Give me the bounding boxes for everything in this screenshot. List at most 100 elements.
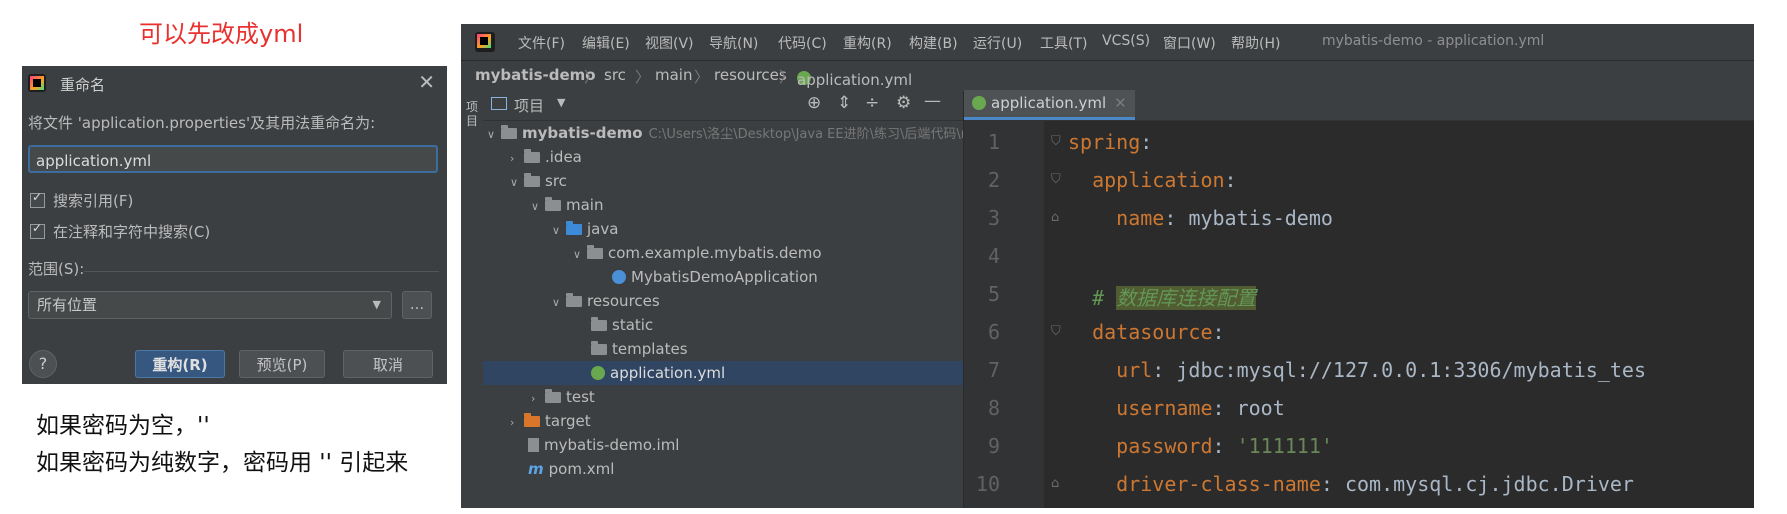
menu-code[interactable]: 代码(C) [778, 33, 827, 53]
code-line-1[interactable]: spring: [1068, 130, 1152, 154]
yaml-file-icon [972, 96, 986, 110]
package-icon [587, 245, 603, 259]
close-icon[interactable]: ✕ [418, 70, 435, 94]
rename-prompt: 将文件 'application.properties'及其用法重命名为: [28, 114, 376, 132]
preview-button[interactable]: 预览(P) [239, 350, 325, 378]
breadcrumb-resources[interactable]: resources [714, 66, 787, 84]
menu-vcs[interactable]: VCS(S) [1102, 33, 1150, 49]
chevron-right-icon[interactable]: › [531, 387, 545, 411]
resources-folder-icon [566, 293, 582, 307]
breadcrumb: mybatis-demo 〉 src 〉 main 〉 resources 〉 … [461, 60, 1754, 91]
chevron-down-icon[interactable]: ∨ [552, 291, 566, 315]
yaml-value: mybatis-demo [1188, 206, 1333, 230]
chevron-down-icon[interactable]: ∨ [573, 243, 587, 267]
fold-end-icon[interactable]: ⌂ [1051, 210, 1059, 225]
line-number: 5 [987, 282, 1000, 306]
tree-item-templates[interactable]: templates [591, 337, 688, 361]
tree-item-target[interactable]: › target [510, 409, 591, 433]
breadcrumb-main[interactable]: main [655, 66, 692, 84]
fold-end-icon[interactable]: ⌂ [1051, 476, 1059, 491]
close-icon[interactable]: ✕ [1114, 94, 1127, 112]
breadcrumb-project[interactable]: mybatis-demo [475, 66, 596, 84]
yaml-file-icon [591, 366, 605, 380]
code-line-10[interactable]: driver-class-name: com.mysql.cj.jdbc.Dri… [1068, 472, 1634, 496]
chevron-down-icon[interactable]: ∨ [487, 123, 501, 147]
chevron-down-icon[interactable]: ∨ [510, 171, 524, 195]
checkbox-checked-icon[interactable] [30, 190, 45, 208]
tree-item-package[interactable]: ∨ com.example.mybatis.demo [573, 241, 822, 265]
project-view-label[interactable]: 项目 [514, 95, 544, 116]
fold-marker-icon[interactable]: ⛉ [1051, 172, 1061, 187]
yaml-key: username [1116, 396, 1213, 420]
menu-navigate[interactable]: 导航(N) [709, 33, 758, 53]
tree-item-label: com.example.mybatis.demo [608, 244, 822, 262]
tree-item-test[interactable]: › test [531, 385, 595, 409]
fold-marker-icon[interactable]: ⛉ [1051, 134, 1061, 149]
code-line-3[interactable]: name: mybatis-demo [1068, 206, 1333, 230]
cancel-button[interactable]: 取消 [343, 350, 433, 378]
expand-all-icon[interactable]: ⇕ [837, 93, 851, 113]
code-line-7[interactable]: url: jdbc:mysql://127.0.0.1:3306/mybatis… [1068, 358, 1646, 382]
code-line-6[interactable]: datasource: [1068, 320, 1224, 344]
line-number: 1 [987, 130, 1000, 154]
project-tool-strip[interactable]: 项目 [461, 90, 484, 508]
tree-root[interactable]: ∨ mybatis-demo C:\Users\洛尘\Desktop\Java EE… [487, 121, 963, 145]
menu-build[interactable]: 构建(B) [909, 33, 958, 53]
chevron-right-icon[interactable]: › [510, 147, 524, 171]
gear-icon[interactable]: ⚙ [896, 93, 911, 113]
fold-marker-icon[interactable]: ⛉ [1051, 324, 1061, 339]
side-strip-project-label[interactable]: 项目 [464, 100, 480, 128]
tree-item-static[interactable]: static [591, 313, 653, 337]
breadcrumb-separator: 〉 [694, 68, 710, 86]
tree-item-iml[interactable]: mybatis-demo.iml [528, 433, 679, 457]
menu-refactor[interactable]: 重构(R) [843, 33, 892, 53]
scope-select[interactable]: 所有位置 ▼ [28, 291, 392, 319]
refactor-button[interactable]: 重构(R) [135, 350, 225, 378]
code-line-2[interactable]: application: [1068, 168, 1237, 192]
tree-item-java[interactable]: ∨ java [552, 217, 618, 241]
chevron-right-icon[interactable]: › [510, 411, 524, 435]
minimize-icon[interactable]: — [924, 91, 941, 111]
code-line-5[interactable]: # 数据库连接配置 [1068, 282, 1257, 311]
search-refs-checkbox[interactable]: 搜索引用(F) [30, 190, 133, 211]
breadcrumb-file-label: application.yml [797, 71, 913, 89]
tree-item-src[interactable]: ∨ src [510, 169, 567, 193]
tree-item-pom[interactable]: m pom.xml [528, 457, 614, 481]
menu-window[interactable]: 窗口(W) [1163, 33, 1216, 53]
menu-view[interactable]: 视图(V) [645, 33, 694, 53]
scope-more-button[interactable]: ... [402, 291, 432, 319]
tree-item-app-class[interactable]: MybatisDemoApplication [612, 265, 818, 289]
line-number: 3 [987, 206, 1000, 230]
tree-item-idea[interactable]: › .idea [510, 145, 582, 169]
chevron-down-icon[interactable]: ▼ [557, 96, 565, 109]
line-number: 7 [987, 358, 1000, 382]
code-line-9[interactable]: password: '111111' [1068, 434, 1333, 458]
help-button[interactable]: ? [29, 350, 57, 378]
tree-item-label: templates [612, 340, 688, 358]
tree-item-label: mybatis-demo.iml [544, 436, 680, 454]
project-view-icon [491, 97, 507, 110]
chevron-down-icon[interactable]: ∨ [531, 195, 545, 219]
tree-item-label: target [545, 412, 591, 430]
menu-run[interactable]: 运行(U) [973, 33, 1022, 53]
search-comments-checkbox[interactable]: 在注释和字符中搜索(C) [30, 221, 210, 242]
tree-item-resources[interactable]: ∨ resources [552, 289, 660, 313]
tree-item-application-yml[interactable]: application.yml [591, 361, 725, 385]
locate-icon[interactable]: ⊕ [807, 93, 821, 113]
menu-bar: 文件(F) 编辑(E) 视图(V) 导航(N) 代码(C) 重构(R) 构建(B… [461, 24, 1754, 60]
menu-tools[interactable]: 工具(T) [1040, 33, 1087, 53]
tree-item-main[interactable]: ∨ main [531, 193, 603, 217]
chevron-down-icon[interactable]: ∨ [552, 219, 566, 243]
rename-input[interactable]: application.yml [28, 145, 438, 173]
collapse-all-icon[interactable]: ÷ [865, 93, 879, 113]
code-line-8[interactable]: username: root [1068, 396, 1285, 420]
breadcrumb-src[interactable]: src [604, 66, 626, 84]
tab-application-yml[interactable]: application.yml ✕ [964, 90, 1135, 120]
chevron-down-icon: ▼ [372, 298, 381, 311]
intellij-logo-icon [28, 74, 46, 92]
menu-help[interactable]: 帮助(H) [1231, 33, 1280, 53]
menu-edit[interactable]: 编辑(E) [582, 33, 630, 53]
menu-file[interactable]: 文件(F) [518, 33, 565, 53]
rename-dialog: 重命名 ✕ 将文件 'application.properties'及其用法重命… [22, 66, 447, 384]
checkbox-checked-icon[interactable] [30, 221, 45, 239]
